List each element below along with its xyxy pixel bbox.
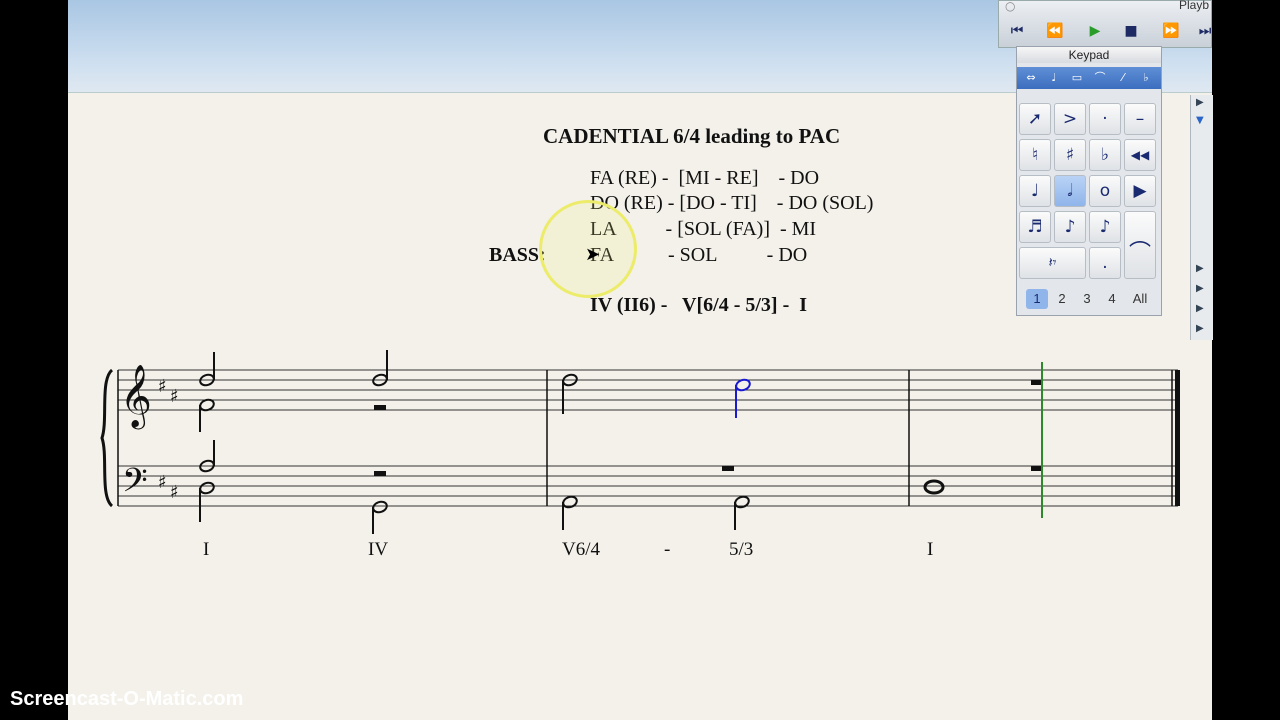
half-note-icon[interactable]: 𝅗𝅥: [1054, 175, 1086, 207]
roman-numeral-dash: -: [664, 539, 671, 560]
arrow-right-icon[interactable]: ▶: [1196, 263, 1204, 274]
close-icon[interactable]: ○: [1005, 0, 1015, 13]
half-rest-icon: [722, 466, 734, 471]
roman-numeral: V6/4: [562, 539, 600, 560]
rest-icon[interactable]: 𝄽𝄾: [1019, 247, 1086, 279]
layer-2-button[interactable]: 2: [1051, 289, 1073, 309]
roman-numeral: I: [203, 539, 210, 560]
tab-icon[interactable]: ⁄: [1113, 69, 1133, 87]
tenuto-icon[interactable]: –: [1124, 103, 1156, 135]
rewind-icon[interactable]: ⏪: [1043, 21, 1067, 41]
play-icon[interactable]: ▶: [1124, 175, 1156, 207]
arrow-right-icon[interactable]: ▶: [1196, 97, 1204, 108]
eighth-note-icon[interactable]: ♪: [1054, 211, 1086, 243]
final-barline-thick: [1175, 370, 1180, 506]
half-rest-icon: [374, 405, 386, 410]
roman-numeral: 5/3: [729, 539, 754, 560]
sixteenth-note-icon[interactable]: ♬: [1019, 211, 1051, 243]
tab-icon[interactable]: ♭: [1136, 69, 1156, 87]
tab-icon[interactable]: ⌒: [1090, 69, 1110, 87]
half-rest-icon: [374, 471, 386, 476]
playback-palette: ○ Playb ⏮ ⏪ ▶ ■ ⏩ ⏭: [998, 0, 1212, 48]
layer-1-button[interactable]: 1: [1026, 289, 1048, 309]
whole-note-icon[interactable]: o: [1089, 175, 1121, 207]
brace: [100, 368, 114, 508]
key-signature-sharp-icon: ♯: [158, 472, 167, 493]
keypad-tab-bar: ⇔ ♩ ▭ ⌒ ⁄ ♭: [1017, 67, 1161, 89]
dot-icon[interactable]: .: [1089, 247, 1121, 279]
note-head[interactable]: [734, 495, 751, 509]
layer-all-button[interactable]: All: [1127, 289, 1153, 309]
key-signature-sharp-icon: ♯: [170, 386, 179, 407]
note-head[interactable]: [562, 495, 579, 509]
select-arrow-icon[interactable]: ➚: [1019, 103, 1051, 135]
key-signature-sharp-icon: ♯: [158, 376, 167, 397]
roman-numeral: IV: [368, 539, 389, 560]
note-head[interactable]: [199, 481, 216, 495]
keypad-palette: Keypad ⇔ ♩ ▭ ⌒ ⁄ ♭ ➚ > · – ♮ ♯ ♭ ◀◀ ♩ 𝅗𝅥…: [1016, 46, 1162, 316]
rewind-to-start-icon[interactable]: ⏮: [1005, 21, 1029, 41]
staccato-icon[interactable]: ·: [1089, 103, 1121, 135]
arrow-right-icon[interactable]: ▶: [1196, 283, 1204, 294]
sharp-icon[interactable]: ♯: [1054, 139, 1086, 171]
arrow-down-icon[interactable]: ▼: [1196, 115, 1204, 126]
key-signature-sharp-icon: ♯: [170, 482, 179, 503]
accent-icon[interactable]: >: [1054, 103, 1086, 135]
note-head[interactable]: [372, 500, 389, 514]
screen-edge: [1212, 0, 1280, 720]
stop-icon[interactable]: ■: [1119, 21, 1143, 41]
layer-4-button[interactable]: 4: [1101, 289, 1123, 309]
selected-note[interactable]: [735, 378, 752, 418]
arrow-right-icon[interactable]: ▶: [1196, 323, 1204, 334]
roman-numeral: I: [927, 539, 934, 560]
palette-side-strip: ▶ ▼ ▶ ▶ ▶ ▶: [1190, 95, 1213, 340]
bass-clef-icon: 𝄢: [122, 462, 148, 508]
eighth-note-flag-icon[interactable]: ♪: [1089, 211, 1121, 243]
tab-icon[interactable]: ⇔: [1021, 69, 1041, 87]
whole-note[interactable]: [923, 479, 945, 495]
natural-icon[interactable]: ♮: [1019, 139, 1051, 171]
playback-title: Playb: [1179, 0, 1210, 12]
watermark-text: Screencast-O-Matic.com: [10, 688, 244, 710]
flat-icon[interactable]: ♭: [1089, 139, 1121, 171]
rewind-icon[interactable]: ◀◀: [1124, 139, 1156, 171]
tab-icon[interactable]: ▭: [1067, 69, 1087, 87]
play-icon[interactable]: ▶: [1083, 21, 1107, 41]
layer-3-button[interactable]: 3: [1076, 289, 1098, 309]
quarter-note-icon[interactable]: ♩: [1019, 175, 1051, 207]
fast-forward-icon[interactable]: ⏩: [1159, 21, 1183, 41]
tie-icon[interactable]: ⌒: [1129, 235, 1151, 267]
tab-icon[interactable]: ♩: [1044, 69, 1064, 87]
arrow-right-icon[interactable]: ▶: [1196, 303, 1204, 314]
treble-clef-icon: 𝄞: [120, 364, 152, 430]
keypad-title: Keypad: [1017, 47, 1161, 63]
forward-to-end-icon[interactable]: ⏭: [1193, 21, 1217, 41]
